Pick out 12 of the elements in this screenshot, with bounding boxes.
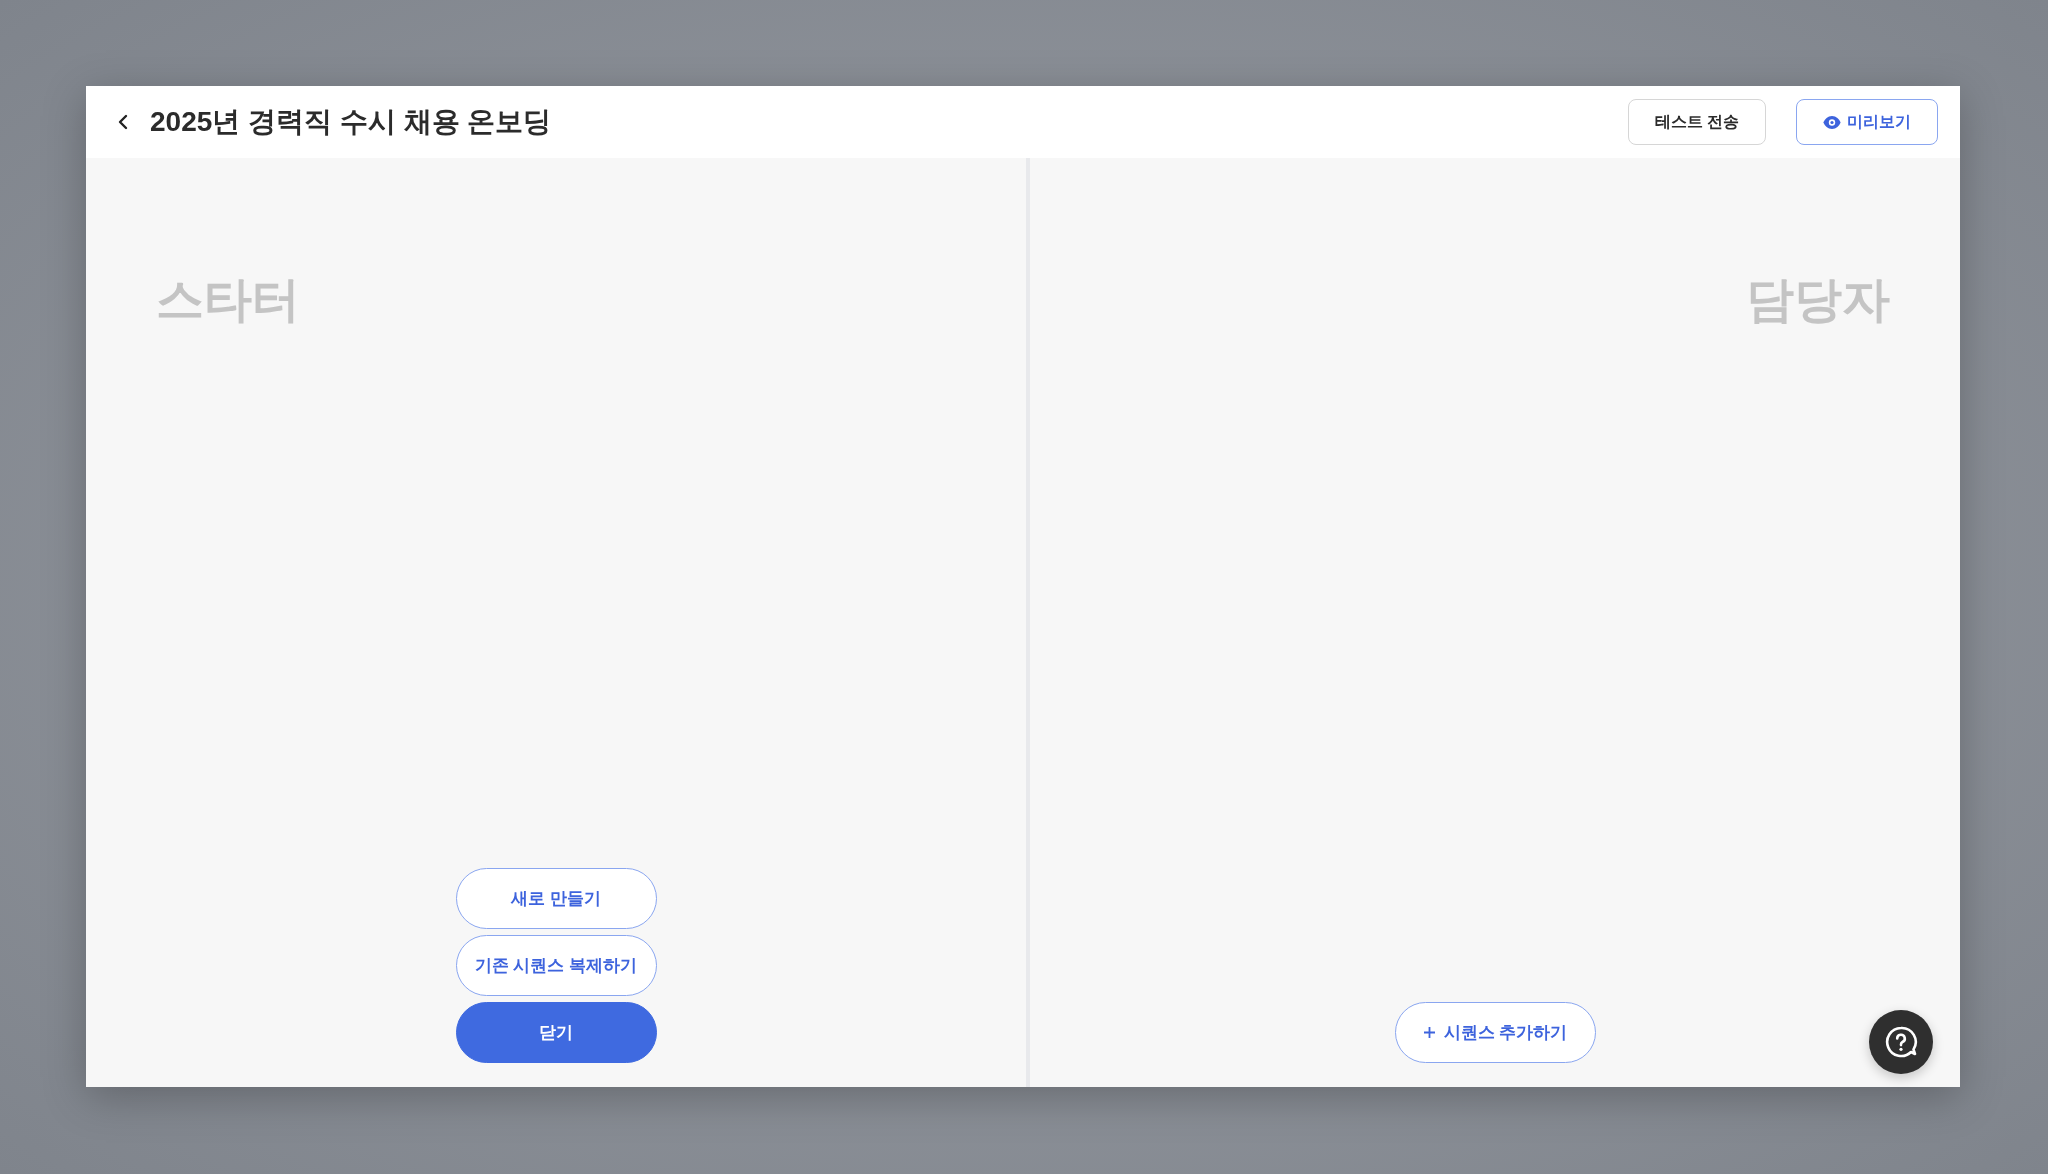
chevron-left-icon [118, 114, 128, 130]
add-sequence-button[interactable]: 시퀀스 추가하기 [1394, 1002, 1596, 1063]
test-send-button[interactable]: 테스트 전송 [1627, 99, 1766, 145]
preview-button[interactable]: 미리보기 [1796, 99, 1938, 145]
option-button[interactable]: 기존 시퀀스 복제하기 [455, 935, 657, 996]
eye-icon [1823, 115, 1841, 129]
help-chat-icon [1884, 1025, 1918, 1059]
close-button[interactable]: 닫기 [455, 1002, 657, 1063]
help-button[interactable] [1869, 1010, 1933, 1074]
plus-icon [1422, 1026, 1436, 1039]
page-title: 2025년 경력직 수시 채용 온보딩 [150, 105, 553, 139]
option-button[interactable]: 새로 만들기 [455, 868, 657, 929]
